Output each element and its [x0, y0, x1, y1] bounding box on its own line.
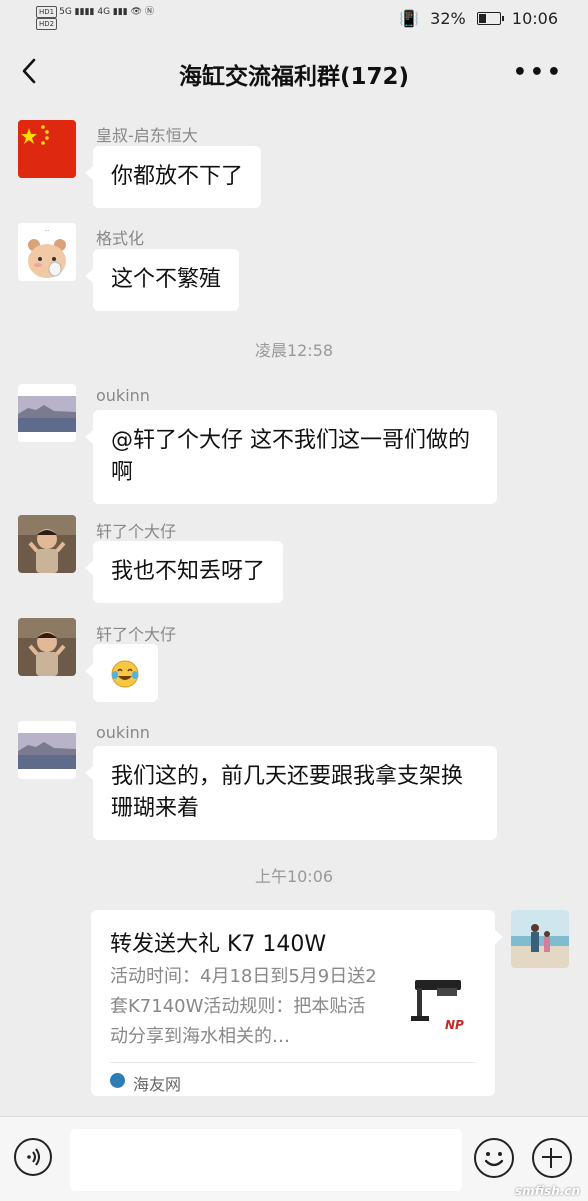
- cartoon-bear-icon: ⋯: [18, 223, 76, 281]
- laughing-crying-emoji-icon: [111, 660, 139, 688]
- timestamp: 凌晨12:58: [254, 341, 334, 360]
- signal-icon: 5G ▮▮▮▮ 4G ▮▮▮: [59, 7, 128, 17]
- battery-percent: 32%: [430, 9, 466, 28]
- card-thumbnail: NP: [397, 966, 477, 1046]
- message-bubble[interactable]: 我们这的，前几天还要跟我拿支架换珊瑚来着: [85, 746, 497, 840]
- my-avatar[interactable]: [511, 910, 569, 968]
- avatar[interactable]: [18, 618, 76, 676]
- sender-name: 皇叔-启东恒大: [96, 126, 198, 145]
- chat-title: 海缸交流福利群(172): [178, 64, 410, 90]
- avatar[interactable]: [18, 721, 76, 779]
- eye-icon: 👁: [130, 7, 143, 17]
- message-bubble[interactable]: @轩了个大仔 这不我们这一哥们做的啊: [85, 410, 497, 504]
- sender-name: oukinn: [96, 386, 150, 405]
- avatar[interactable]: [18, 120, 76, 178]
- svg-text:⋯: ⋯: [45, 228, 50, 234]
- more-options-button[interactable]: •••: [513, 60, 564, 85]
- status-bar: HD1 5G ▮▮▮▮ 4G ▮▮▮ 👁 Ⓝ HD2 📳 32% 10:06: [0, 0, 588, 38]
- battery-icon: [476, 12, 504, 25]
- voice-icon: [27, 1148, 40, 1166]
- more-icon: •••: [512, 60, 564, 85]
- vibrate-icon: 📳: [399, 9, 420, 28]
- input-bar: [0, 1116, 588, 1201]
- card-divider: [110, 1062, 476, 1063]
- beach-photo-icon: [511, 910, 569, 968]
- child-photo-icon: [18, 618, 76, 676]
- message-bubble[interactable]: 我也不知丢呀了: [84, 541, 284, 603]
- aquarium-light-icon: [397, 966, 477, 1046]
- child-photo-icon: [18, 515, 76, 573]
- sender-name: oukinn: [96, 723, 150, 742]
- nfc-icon: Ⓝ: [144, 7, 154, 17]
- sender-name: 轩了个大仔: [96, 625, 177, 644]
- message-bubble[interactable]: 你都放不下了: [84, 146, 262, 208]
- message-input[interactable]: [70, 1129, 462, 1191]
- card-description: 活动时间：4月18日到5月9日送2套K7140W活动规则：把本贴活动分享到海水相…: [110, 966, 377, 1047]
- card-thumb-label: NP: [445, 1018, 464, 1032]
- emoji-button[interactable]: [474, 1138, 514, 1178]
- avatar[interactable]: ⋯: [18, 223, 76, 281]
- signal-indicators: HD1 5G ▮▮▮▮ 4G ▮▮▮ 👁 Ⓝ HD2: [36, 6, 154, 30]
- landscape-photo-icon: [18, 721, 76, 779]
- source-logo-icon: [110, 1073, 125, 1088]
- avatar[interactable]: [18, 384, 76, 442]
- message-bubble[interactable]: 这个不繁殖: [84, 249, 240, 311]
- china-flag-icon: [18, 120, 76, 178]
- card-title: 转发送大礼 K7 140W: [110, 932, 327, 957]
- voice-input-button[interactable]: [14, 1138, 52, 1176]
- message-bubble[interactable]: [85, 644, 158, 702]
- more-functions-button[interactable]: [532, 1138, 572, 1178]
- avatar[interactable]: [18, 515, 76, 573]
- timestamp: 上午10:06: [254, 867, 334, 886]
- status-right: 📳 32% 10:06: [393, 9, 558, 28]
- smiley-icon: [484, 1152, 504, 1167]
- watermark: smfish.cn: [515, 1184, 580, 1198]
- landscape-photo-icon: [18, 384, 76, 442]
- sender-name: 格式化: [96, 229, 145, 248]
- chat-header: 海缸交流福利群(172) •••: [0, 38, 588, 106]
- sender-name: 轩了个大仔: [96, 522, 177, 541]
- clock: 10:06: [511, 9, 558, 28]
- shared-link-card[interactable]: 转发送大礼 K7 140W 活动时间：4月18日到5月9日送2套K7140W活动…: [91, 910, 503, 1096]
- card-source: 海友网: [133, 1075, 182, 1094]
